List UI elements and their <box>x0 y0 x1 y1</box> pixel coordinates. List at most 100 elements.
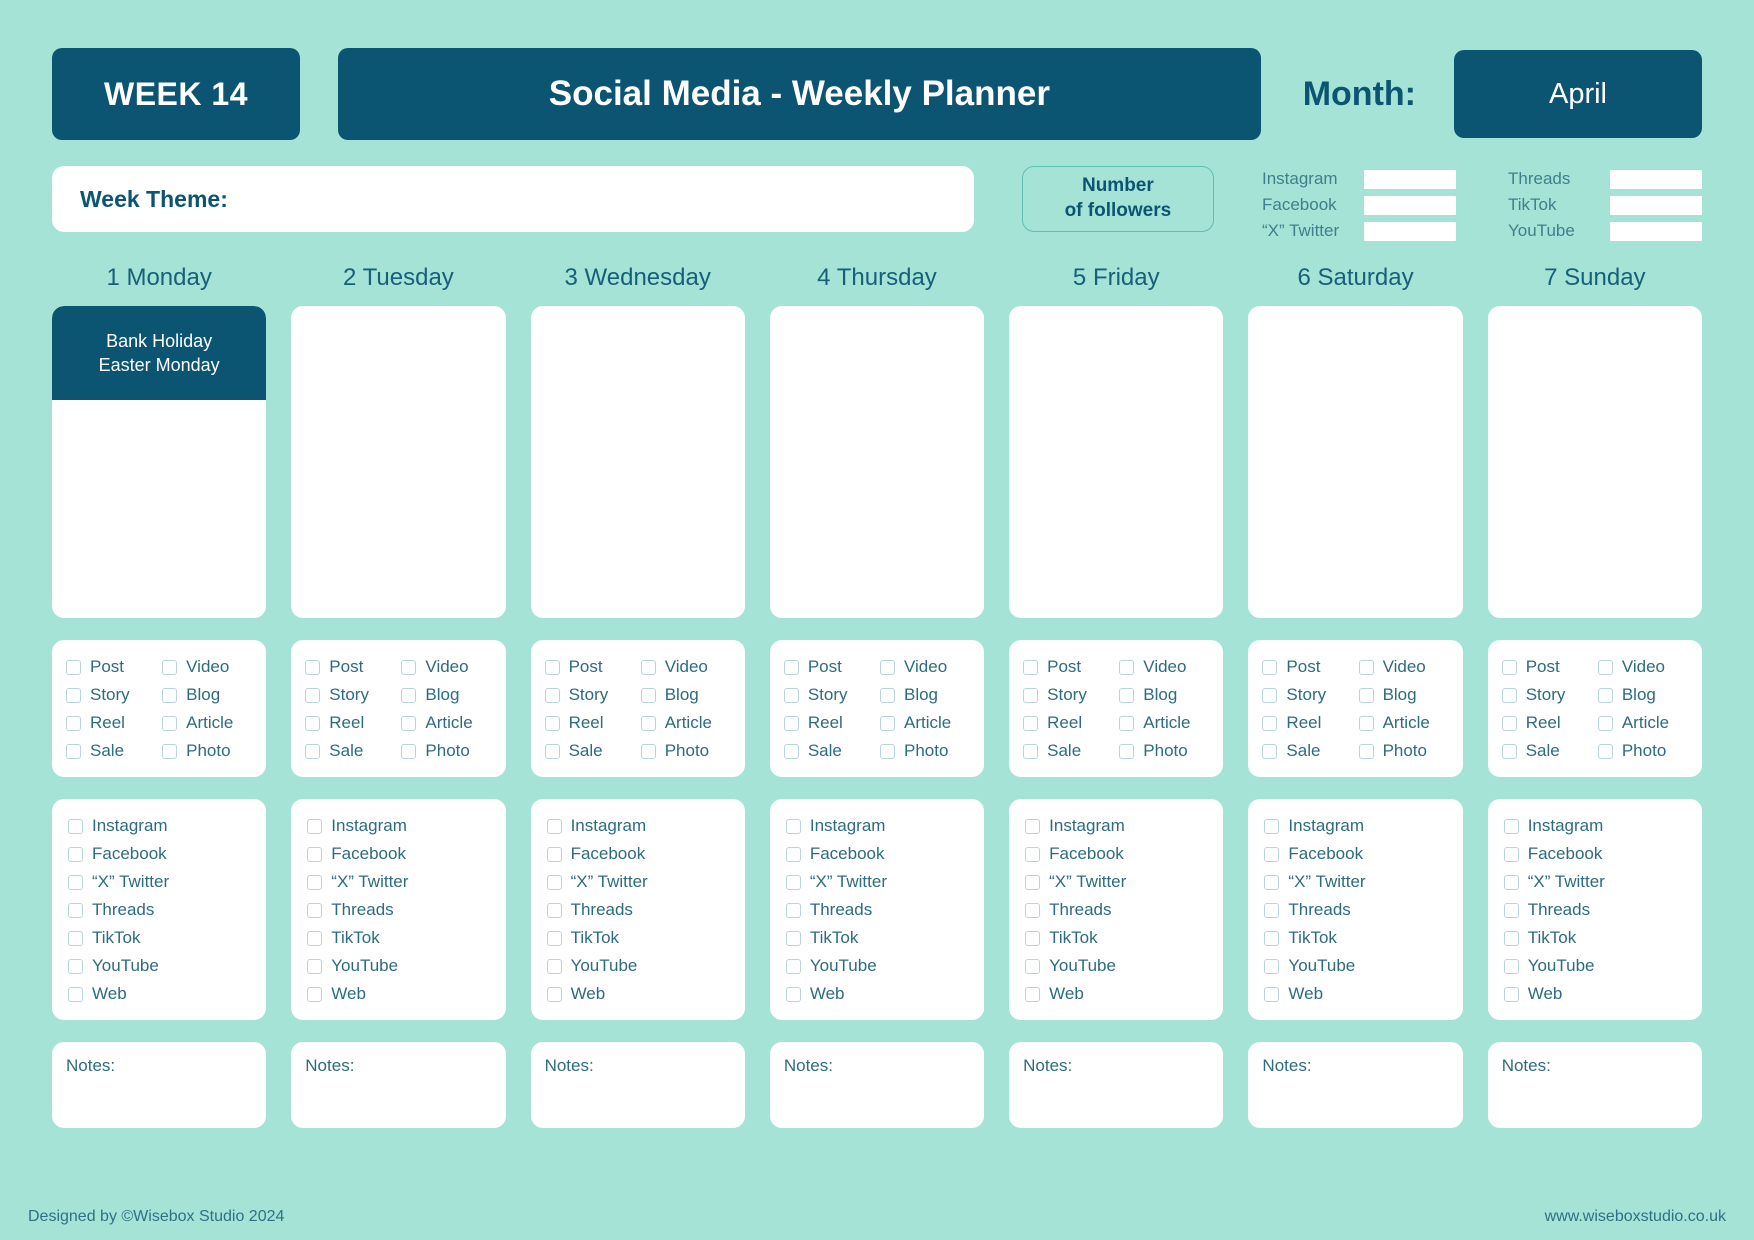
content-type-option[interactable]: Video <box>640 657 731 677</box>
platform-option[interactable]: TikTok <box>785 928 970 948</box>
content-type-option[interactable]: Story <box>783 685 874 705</box>
content-type-option[interactable]: Video <box>879 657 970 677</box>
platform-option[interactable]: TikTok <box>1025 928 1209 948</box>
checkbox-icon[interactable] <box>1597 743 1613 759</box>
checkbox-icon[interactable] <box>544 659 560 675</box>
checkbox-icon[interactable] <box>1025 902 1041 918</box>
content-type-option[interactable]: Video <box>162 657 252 677</box>
checkbox-icon[interactable] <box>162 659 178 675</box>
content-type-option[interactable]: Post <box>544 657 635 677</box>
day-plan-box[interactable] <box>291 306 506 618</box>
checkbox-icon[interactable] <box>68 846 83 862</box>
checkbox-icon[interactable] <box>783 715 799 731</box>
platform-option[interactable]: Facebook <box>1025 844 1209 864</box>
content-type-option[interactable]: Reel <box>1262 713 1352 733</box>
content-type-option[interactable]: Blog <box>640 685 731 705</box>
checkbox-icon[interactable] <box>1025 986 1041 1002</box>
content-type-option[interactable]: Post <box>305 657 395 677</box>
platform-option[interactable]: TikTok <box>546 928 731 948</box>
platform-option[interactable]: YouTube <box>307 956 491 976</box>
content-type-option[interactable]: Reel <box>1023 713 1113 733</box>
platform-option[interactable]: Web <box>68 984 252 1004</box>
checkbox-icon[interactable] <box>1503 818 1519 834</box>
content-type-option[interactable]: Sale <box>305 741 395 761</box>
content-type-option[interactable]: Photo <box>640 741 731 761</box>
checkbox-icon[interactable] <box>401 687 417 703</box>
checkbox-icon[interactable] <box>1119 659 1135 675</box>
platform-option[interactable]: TikTok <box>68 928 252 948</box>
platform-option[interactable]: Instagram <box>1503 816 1688 836</box>
checkbox-icon[interactable] <box>1503 846 1519 862</box>
checkbox-icon[interactable] <box>1262 659 1278 675</box>
checkbox-icon[interactable] <box>1264 846 1280 862</box>
checkbox-icon[interactable] <box>1264 818 1280 834</box>
checkbox-icon[interactable] <box>1264 930 1280 946</box>
checkbox-icon[interactable] <box>1503 902 1519 918</box>
checkbox-icon[interactable] <box>1023 743 1039 759</box>
follower-count-input[interactable] <box>1364 169 1456 189</box>
content-type-option[interactable]: Reel <box>544 713 635 733</box>
content-type-option[interactable]: Blog <box>401 685 491 705</box>
content-type-option[interactable]: Article <box>640 713 731 733</box>
checkbox-icon[interactable] <box>307 874 323 890</box>
checkbox-icon[interactable] <box>68 930 83 946</box>
checkbox-icon[interactable] <box>1597 659 1613 675</box>
checkbox-icon[interactable] <box>546 846 562 862</box>
content-type-option[interactable]: Video <box>1597 657 1688 677</box>
checkbox-icon[interactable] <box>546 818 562 834</box>
notes-box[interactable]: Notes: <box>52 1042 267 1128</box>
checkbox-icon[interactable] <box>1264 874 1280 890</box>
notes-box[interactable]: Notes: <box>291 1042 506 1128</box>
checkbox-icon[interactable] <box>1501 687 1517 703</box>
checkbox-icon[interactable] <box>879 743 895 759</box>
checkbox-icon[interactable] <box>1262 743 1278 759</box>
content-type-option[interactable]: Post <box>1501 657 1592 677</box>
content-type-option[interactable]: Photo <box>401 741 491 761</box>
checkbox-icon[interactable] <box>1025 846 1041 862</box>
day-plan-box[interactable] <box>1009 306 1224 618</box>
platform-option[interactable]: YouTube <box>1503 956 1688 976</box>
platform-option[interactable]: Web <box>1503 984 1688 1004</box>
checkbox-icon[interactable] <box>1503 930 1519 946</box>
platform-option[interactable]: Web <box>785 984 970 1004</box>
week-theme-input[interactable]: Week Theme: <box>52 166 974 232</box>
checkbox-icon[interactable] <box>1358 743 1374 759</box>
checkbox-icon[interactable] <box>785 874 801 890</box>
platform-option[interactable]: YouTube <box>1025 956 1209 976</box>
checkbox-icon[interactable] <box>66 743 81 759</box>
content-type-option[interactable]: Post <box>1262 657 1352 677</box>
checkbox-icon[interactable] <box>307 958 323 974</box>
content-type-option[interactable]: Sale <box>66 741 156 761</box>
platform-option[interactable]: TikTok <box>1503 928 1688 948</box>
platform-option[interactable]: Instagram <box>785 816 970 836</box>
checkbox-icon[interactable] <box>544 715 560 731</box>
checkbox-icon[interactable] <box>307 902 323 918</box>
platform-option[interactable]: Threads <box>1025 900 1209 920</box>
checkbox-icon[interactable] <box>1358 659 1374 675</box>
content-type-option[interactable]: Photo <box>1358 741 1449 761</box>
platform-option[interactable]: Instagram <box>546 816 731 836</box>
checkbox-icon[interactable] <box>546 958 562 974</box>
content-type-option[interactable]: Blog <box>162 685 252 705</box>
content-type-option[interactable]: Story <box>66 685 156 705</box>
checkbox-icon[interactable] <box>1501 715 1517 731</box>
checkbox-icon[interactable] <box>546 902 562 918</box>
platform-option[interactable]: Facebook <box>307 844 491 864</box>
follower-count-input[interactable] <box>1610 169 1702 189</box>
checkbox-icon[interactable] <box>1264 958 1280 974</box>
content-type-option[interactable]: Reel <box>783 713 874 733</box>
content-type-option[interactable]: Post <box>783 657 874 677</box>
checkbox-icon[interactable] <box>307 930 323 946</box>
notes-box[interactable]: Notes: <box>769 1042 985 1128</box>
content-type-option[interactable]: Article <box>879 713 970 733</box>
platform-option[interactable]: “X” Twitter <box>1503 872 1688 892</box>
checkbox-icon[interactable] <box>66 715 81 731</box>
checkbox-icon[interactable] <box>1025 958 1041 974</box>
platform-option[interactable]: Facebook <box>1264 844 1448 864</box>
platform-option[interactable]: Facebook <box>68 844 252 864</box>
content-type-option[interactable]: Story <box>544 685 635 705</box>
checkbox-icon[interactable] <box>640 659 656 675</box>
platform-option[interactable]: Instagram <box>1264 816 1448 836</box>
content-type-option[interactable]: Blog <box>1358 685 1449 705</box>
content-type-option[interactable]: Story <box>1023 685 1113 705</box>
